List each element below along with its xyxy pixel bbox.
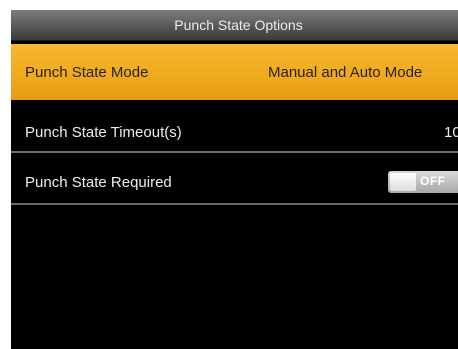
toggle-knob xyxy=(390,173,416,191)
punch-state-required-row[interactable]: Punch State Required OFF xyxy=(11,156,458,208)
punch-state-timeout-value: 10 xyxy=(444,123,458,141)
punch-state-mode-row[interactable]: Punch State Mode Manual and Auto Mode xyxy=(11,44,458,100)
device-screen: Punch State Options Punch State Mode Man… xyxy=(11,10,458,349)
punch-state-mode-value: Manual and Auto Mode xyxy=(268,63,423,81)
punch-state-mode-label: Punch State Mode xyxy=(25,63,149,81)
punch-state-timeout-row[interactable]: Punch State Timeout(s) 10 xyxy=(11,106,458,158)
toggle-state-label: OFF xyxy=(420,174,446,188)
device-frame: Punch State Options Punch State Mode Man… xyxy=(0,0,458,349)
punch-state-required-label: Punch State Required xyxy=(25,173,172,191)
page-title: Punch State Options xyxy=(174,17,303,33)
title-bar: Punch State Options xyxy=(11,10,458,41)
punch-state-timeout-label: Punch State Timeout(s) xyxy=(25,123,182,141)
punch-state-required-toggle[interactable]: OFF xyxy=(388,171,458,193)
